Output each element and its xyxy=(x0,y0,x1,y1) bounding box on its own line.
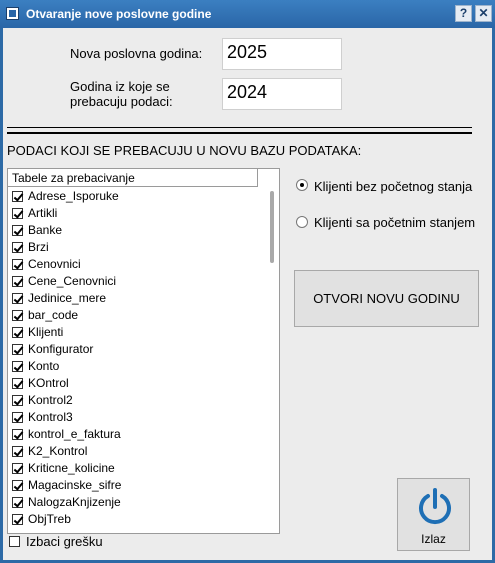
item-label: Adrese_Isporuke xyxy=(28,189,119,203)
item-label: ObjTreb xyxy=(28,512,71,526)
item-checkbox[interactable] xyxy=(12,446,23,457)
item-checkbox[interactable] xyxy=(12,361,23,372)
list-item[interactable]: Cene_Cenovnici xyxy=(8,273,263,290)
item-label: kontrol_e_faktura xyxy=(28,427,121,441)
item-checkbox[interactable] xyxy=(12,242,23,253)
list-item[interactable]: Kriticne_kolicine xyxy=(8,460,263,477)
item-checkbox[interactable] xyxy=(12,276,23,287)
power-icon xyxy=(419,488,451,525)
list-item[interactable]: Klijenti xyxy=(8,324,263,341)
item-label: Jedinice_mere xyxy=(28,291,107,305)
item-checkbox[interactable] xyxy=(12,395,23,406)
title-bar: Otvaranje nove poslovne godine ? ✕ xyxy=(0,0,495,28)
app-window-icon xyxy=(6,7,19,20)
item-label: Kontrol2 xyxy=(28,393,73,407)
divider-line xyxy=(7,127,472,128)
list-item[interactable]: ObjTreb xyxy=(8,511,263,528)
item-label: Brzi xyxy=(28,240,49,254)
item-checkbox[interactable] xyxy=(12,514,23,525)
item-checkbox[interactable] xyxy=(12,378,23,389)
radio-without-balance-label[interactable]: Klijenti bez početnog stanja xyxy=(314,179,472,194)
list-item[interactable]: Adrese_Isporuke xyxy=(8,188,263,205)
window-title: Otvaranje nove poslovne godine xyxy=(26,7,212,21)
list-column-header[interactable]: Tabele za prebacivanje xyxy=(8,169,258,187)
item-label: Cenovnici xyxy=(28,257,81,271)
list-item[interactable]: Kontrol3 xyxy=(8,409,263,426)
list-item[interactable]: kontrol_e_faktura xyxy=(8,426,263,443)
item-checkbox[interactable] xyxy=(12,191,23,202)
list-item[interactable]: Banke xyxy=(8,222,263,239)
item-checkbox[interactable] xyxy=(12,327,23,338)
item-label: Banke xyxy=(28,223,63,237)
item-checkbox[interactable] xyxy=(12,497,23,508)
app-window: Otvaranje nove poslovne godine ? ✕ Nova … xyxy=(0,0,495,563)
list-item[interactable]: Kontrol2 xyxy=(8,392,263,409)
item-checkbox[interactable] xyxy=(12,344,23,355)
item-label: NalogzaKnjizenje xyxy=(28,495,121,509)
item-label: bar_code xyxy=(28,308,79,322)
item-label: Klijenti xyxy=(28,325,64,339)
new-year-label: Nova poslovna godina: xyxy=(70,46,203,61)
item-label: Cene_Cenovnici xyxy=(28,274,117,288)
help-button[interactable]: ? xyxy=(455,5,472,22)
error-checkbox-label[interactable]: Izbaci grešku xyxy=(26,534,103,549)
list-item[interactable]: Konfigurator xyxy=(8,341,263,358)
exit-button[interactable]: Izlaz xyxy=(397,478,470,551)
item-checkbox[interactable] xyxy=(12,259,23,270)
list-item[interactable]: Brzi xyxy=(8,239,263,256)
item-checkbox[interactable] xyxy=(12,463,23,474)
list-item[interactable]: Jedinice_mere xyxy=(8,290,263,307)
tables-checklist[interactable]: Tabele za prebacivanje Adrese_Isporuke Ar… xyxy=(7,168,280,534)
source-year-input[interactable]: 2024 xyxy=(222,78,342,110)
item-checkbox[interactable] xyxy=(12,310,23,321)
item-label: Magacinske_sifre xyxy=(28,478,122,492)
radio-with-balance-label[interactable]: Klijenti sa početnim stanjem xyxy=(314,215,475,230)
open-new-year-button-label: OTVORI NOVU GODINU xyxy=(313,291,460,306)
item-checkbox[interactable] xyxy=(12,412,23,423)
list-item[interactable]: Magacinske_sifre xyxy=(8,477,263,494)
scrollbar-thumb[interactable] xyxy=(270,191,274,263)
item-checkbox[interactable] xyxy=(12,225,23,236)
item-label: K2_Kontrol xyxy=(28,444,88,458)
list-item[interactable]: Artikli xyxy=(8,205,263,222)
item-checkbox[interactable] xyxy=(12,480,23,491)
radio-without-balance[interactable] xyxy=(296,179,308,191)
section-title: PODACI KOJI SE PREBACUJU U NOVU BAZU POD… xyxy=(7,143,362,158)
item-label: Konfigurator xyxy=(28,342,94,356)
open-new-year-button[interactable]: OTVORI NOVU GODINU xyxy=(294,270,479,327)
list-item[interactable]: Konto xyxy=(8,358,263,375)
item-label: Kontrol3 xyxy=(28,410,73,424)
divider-line-thick xyxy=(7,132,472,134)
new-year-input[interactable]: 2025 xyxy=(222,38,342,70)
item-checkbox[interactable] xyxy=(12,293,23,304)
item-label: Artikli xyxy=(28,206,58,220)
item-label: Kriticne_kolicine xyxy=(28,461,115,475)
item-label: Konto xyxy=(28,359,60,373)
source-year-label-line1: Godina iz koje se xyxy=(70,79,170,94)
list-item[interactable]: KOntrol xyxy=(8,375,263,392)
list-scrollbar[interactable] xyxy=(266,169,279,533)
source-year-label-line2: prebacuju podaci: xyxy=(70,94,173,109)
list-item[interactable]: Cenovnici xyxy=(8,256,263,273)
close-button[interactable]: ✕ xyxy=(475,5,492,22)
exit-button-label: Izlaz xyxy=(421,532,446,546)
list-item[interactable]: NalogzaKnjizenje xyxy=(8,494,263,511)
item-checkbox[interactable] xyxy=(12,429,23,440)
radio-with-balance[interactable] xyxy=(296,216,308,228)
error-checkbox[interactable] xyxy=(9,536,20,547)
item-label: KOntrol xyxy=(28,376,69,390)
dialog-body: Nova poslovna godina: 2025 Godina iz koj… xyxy=(3,28,492,560)
list-item[interactable]: bar_code xyxy=(8,307,263,324)
list-item[interactable]: K2_Kontrol xyxy=(8,443,263,460)
item-checkbox[interactable] xyxy=(12,208,23,219)
